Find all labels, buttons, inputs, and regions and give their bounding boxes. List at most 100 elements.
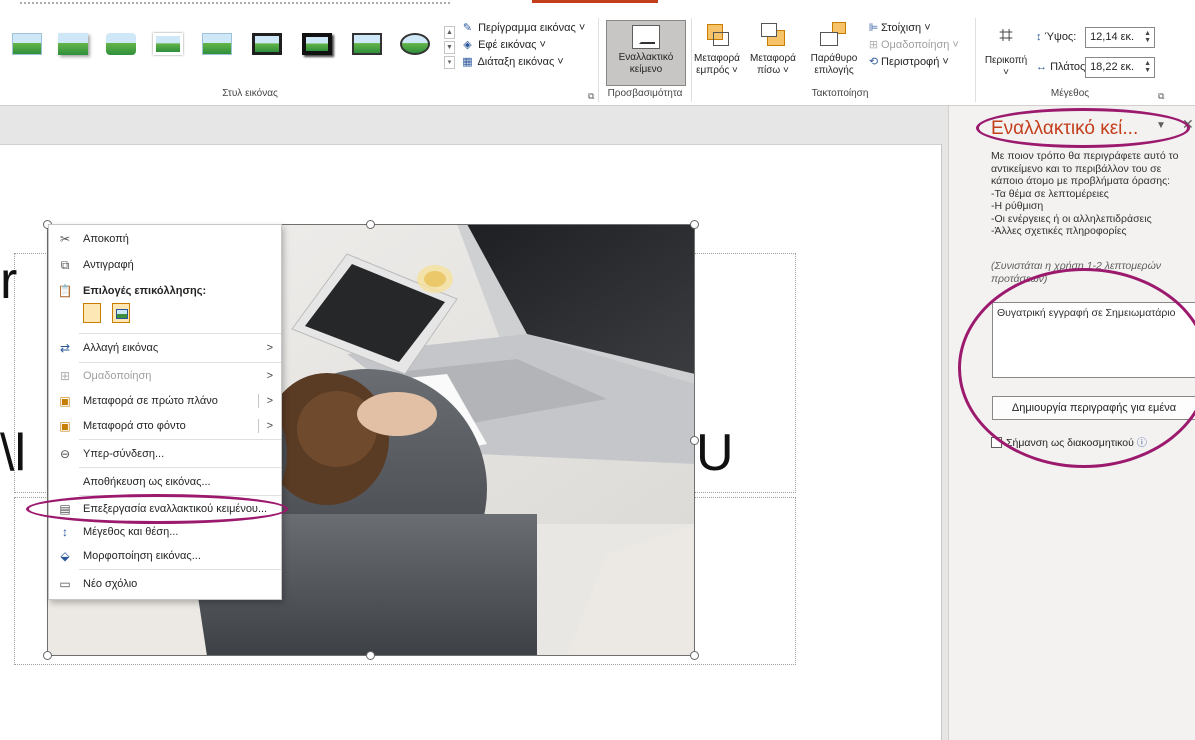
picture-style-8[interactable] [348, 28, 386, 60]
accessibility-group-label: Προσβασιμότητα [607, 88, 683, 99]
submenu-arrow-icon: > [266, 342, 273, 354]
crop-button[interactable]: ⌗ Περικοπή ˅ [982, 22, 1030, 79]
alt-text-button[interactable]: Εναλλακτικό κείμενο [606, 20, 686, 86]
resize-handle-bottom-right[interactable] [690, 651, 699, 660]
height-spinner-icon[interactable]: ▲ ▼ [1144, 30, 1151, 44]
group-objects-button[interactable]: ⊞ Ομαδοποίηση ˅ [866, 37, 976, 54]
submenu-arrow-icon[interactable]: > [267, 415, 273, 437]
menu-item-save-as-picture[interactable]: Αποθήκευση ως εικόνας... [49, 471, 281, 493]
pane-description: Με ποιον τρόπο θα περιγράφετε αυτό το αν… [991, 150, 1179, 237]
pen-icon: ✎ [462, 22, 473, 34]
menu-separator [79, 495, 281, 496]
picture-style-7[interactable] [298, 28, 336, 60]
change-picture-icon: ⇄ [59, 341, 71, 355]
gallery-scroll-down-icon[interactable]: ▼ [444, 41, 455, 54]
bring-to-front-icon: ▣ [59, 394, 71, 408]
menu-separator [79, 333, 281, 334]
menu-separator [79, 467, 281, 468]
size-launcher-icon[interactable]: ⧉ [1158, 91, 1164, 102]
menu-item-group[interactable]: ⊞ Ομαδοποίηση > [49, 365, 281, 387]
picture-layout-button[interactable]: ▦ Διάταξη εικόνας ˅ [460, 54, 590, 71]
width-icon: ↔ [1036, 61, 1047, 74]
menu-item-format-picture[interactable]: ⬙ Μορφοποίηση εικόνας... [49, 545, 281, 567]
rotate-icon: ⟲ [868, 56, 879, 68]
menu-separator [79, 569, 281, 570]
paste-keep-source-icon[interactable] [83, 303, 101, 323]
menu-item-hyperlink[interactable]: ⊖ Υπερ-σύνδεση... [49, 443, 281, 465]
send-backward-button[interactable]: Μεταφορά πίσω ˅ [748, 20, 798, 77]
picture-styles-gallery [8, 22, 440, 74]
picture-styles-launcher-icon[interactable]: ⧉ [588, 91, 594, 102]
picture-style-5[interactable] [198, 28, 236, 60]
width-input[interactable]: 18,22 εκ. ▲ ▼ [1085, 57, 1156, 78]
picture-style-4[interactable] [149, 28, 187, 60]
menu-item-paste-options: 📋 Επιλογές επικόλλησης: [49, 280, 281, 302]
group-icon: ⊞ [59, 369, 71, 383]
bring-forward-button[interactable]: Μεταφορά εμπρός ˅ [692, 20, 742, 77]
menu-item-cut[interactable]: ✂ Αποκοπή [49, 228, 281, 250]
context-menu: ✂ Αποκοπή ⧉ Αντιγραφή 📋 Επιλογές επικόλληση… [48, 224, 282, 600]
group-separator [598, 18, 599, 102]
picture-style-9[interactable] [396, 28, 434, 60]
resize-handle-top-right[interactable] [690, 220, 699, 229]
paste-options-row [83, 303, 138, 327]
size-group-label: Μέγεθος [1050, 88, 1090, 99]
rotate-button[interactable]: ⟲ Περιστροφή ˅ [866, 54, 976, 71]
gallery-scroll: ▲ ▼ ▾ [444, 26, 456, 72]
picture-border-button[interactable]: ✎ Περίγραμμα εικόνας ˅ [460, 20, 590, 37]
copy-icon: ⧉ [60, 258, 70, 272]
width-spinner-icon[interactable]: ▲ ▼ [1144, 60, 1151, 74]
pane-options-chevron-icon[interactable]: ▼ [1156, 120, 1166, 131]
menu-item-copy[interactable]: ⧉ Αντιγραφή [49, 254, 281, 276]
mark-decorative-checkbox[interactable]: Σήμανση ως διακοσμητικού ⓘ [991, 434, 1147, 449]
menu-item-size-position[interactable]: ↕ Μέγεθος και θέση... [49, 521, 281, 543]
selection-pane-button[interactable]: Παράθυρο επιλογής [806, 20, 862, 77]
menu-separator [79, 439, 281, 440]
generate-description-button[interactable]: Δημιουργία περιγραφής για εμένα [992, 396, 1195, 420]
menu-item-new-comment[interactable]: ▭ Νέο σχόλιο [49, 573, 281, 595]
crop-icon: ⌗ [999, 22, 1013, 49]
picture-style-2[interactable] [54, 28, 92, 60]
effects-icon: ◈ [463, 39, 472, 51]
info-icon[interactable]: ⓘ [1137, 438, 1147, 449]
link-icon: ⊖ [59, 447, 71, 461]
pane-title: Εναλλακτικό κεί... [991, 118, 1139, 139]
resize-handle-top[interactable] [366, 220, 375, 229]
alt-text-icon [632, 25, 660, 49]
close-icon[interactable]: ✕ [1182, 116, 1194, 133]
width-row: ↔ Πλάτος: 18,22 εκ. ▲ ▼ [1036, 57, 1156, 79]
submenu-arrow-icon[interactable]: > [267, 390, 273, 412]
menu-item-change-picture[interactable]: ⇄ Αλλαγή εικόνας > [49, 337, 281, 359]
layout-icon: ▦ [462, 56, 473, 68]
slide-text-fragment-1: r [0, 252, 18, 310]
resize-handle-bottom[interactable] [366, 651, 375, 660]
picture-effects-button[interactable]: ◈ Εφέ εικόνας ˅ [460, 37, 590, 54]
align-button[interactable]: ⊫ Στοίχιση ˅ [866, 20, 976, 37]
arrange-commands: ⊫ Στοίχιση ˅ ⊞ Ομαδοποίηση ˅ ⟲ Περιστροφή ˅ [866, 20, 976, 71]
pane-hint: (Συνιστάται η χρήση 1-2 λεπτομερών προτά… [991, 260, 1161, 285]
menu-item-send-to-back[interactable]: ▣ Μεταφορά στο φόντο > [49, 415, 281, 437]
ribbon-top-partial-row [20, 2, 450, 5]
checkbox-box[interactable] [991, 437, 1002, 448]
alt-text-icon: ▤ [59, 502, 71, 516]
slide-workspace: r \l U ⟳ [0, 106, 948, 740]
alt-text-input[interactable]: Θυγατρική εγγραφή σε Σημειωματάριο [992, 302, 1195, 378]
bring-forward-icon [701, 20, 733, 50]
gallery-expand-icon[interactable]: ▾ [444, 56, 455, 69]
resize-handle-bottom-left[interactable] [43, 651, 52, 660]
picture-style-6[interactable] [248, 28, 286, 60]
picture-style-3[interactable] [102, 28, 140, 60]
size-position-icon: ↕ [62, 525, 68, 539]
format-picture-icon: ⬙ [60, 549, 70, 563]
height-input[interactable]: 12,14 εκ. ▲ ▼ [1085, 27, 1156, 48]
menu-item-edit-alt-text[interactable]: ▤ Επεξεργασία εναλλακτικού κειμένου... [49, 498, 281, 520]
menu-item-bring-to-front[interactable]: ▣ Μεταφορά σε πρώτο πλάνο > [49, 390, 281, 412]
resize-handle-right[interactable] [690, 436, 699, 445]
gallery-scroll-up-icon[interactable]: ▲ [444, 26, 455, 39]
paste-as-picture-icon[interactable] [112, 303, 131, 323]
active-tab-indicator [532, 0, 658, 3]
picture-style-1[interactable] [8, 28, 46, 60]
picture-format-commands: ✎ Περίγραμμα εικόνας ˅ ◈ Εφέ εικόνας ˅ ▦… [460, 20, 590, 71]
new-comment-icon: ▭ [59, 577, 71, 591]
menu-separator [79, 362, 281, 363]
